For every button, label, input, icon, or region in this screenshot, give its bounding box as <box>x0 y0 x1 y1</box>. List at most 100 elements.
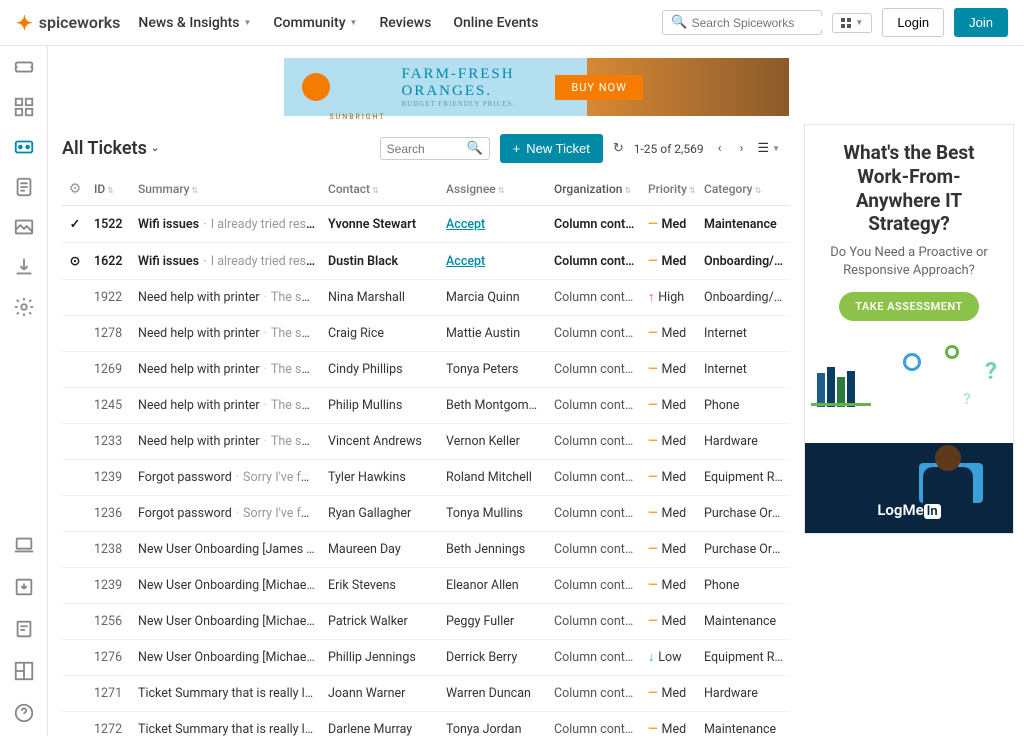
ad-illustration: ? ? LogMeIn <box>805 333 1013 533</box>
category-cell: Purchase Order <box>698 496 790 532</box>
sort-icon: ⇅ <box>624 186 631 195</box>
assignee-name: Peggy Fuller <box>446 614 514 629</box>
sidebar-download-icon[interactable] <box>13 256 35 278</box>
col-settings[interactable]: ⚙ <box>62 173 88 206</box>
table-row[interactable]: 1256New User Onboarding [Michael Smith]P… <box>62 604 790 640</box>
ticket-summary: Ticket Summary that is really long and <box>132 676 322 712</box>
assignee-name: Warren Duncan <box>446 686 531 701</box>
table-row[interactable]: ⊙1622Wifi issues·I already tried restart… <box>62 243 790 280</box>
nav-events[interactable]: Online Events <box>453 15 538 31</box>
table-row[interactable]: 1233Need help with printer·The second fl… <box>62 424 790 460</box>
sidebar-help-icon[interactable] <box>13 702 35 724</box>
sidebar-helpdesk-icon[interactable] <box>13 136 35 158</box>
col-assignee[interactable]: Assignee⇅ <box>440 173 548 206</box>
pager-next[interactable]: › <box>736 141 748 156</box>
search-icon: 🔍 <box>467 141 483 156</box>
ticket-id: 1269 <box>88 352 132 388</box>
sidebar-notes-icon[interactable] <box>13 618 35 640</box>
login-button[interactable]: Login <box>882 8 944 37</box>
sidebar-clipboard-icon[interactable] <box>13 176 35 198</box>
ad-cta-button[interactable]: BUY NOW <box>555 75 643 100</box>
ticket-summary: Wifi issues·I already tried restarting m… <box>132 243 322 280</box>
organization-cell: Column contents <box>548 676 642 712</box>
col-category[interactable]: Category⇅ <box>698 173 790 206</box>
contact-name: Maureen Day <box>322 532 440 568</box>
accept-link[interactable]: Accept <box>446 254 485 269</box>
caret-down-icon: ▼ <box>772 144 780 153</box>
caret-down-icon: ▼ <box>243 18 251 27</box>
sidebar-laptop-icon[interactable] <box>13 534 35 556</box>
col-priority[interactable]: Priority⇅ <box>642 173 698 206</box>
table-row[interactable]: 1276New User Onboarding [Michael Smith]P… <box>62 640 790 676</box>
ticket-search-input[interactable] <box>387 142 467 156</box>
contact-name: Ryan Gallagher <box>322 496 440 532</box>
organization-cell: Column contents <box>548 352 642 388</box>
nav-news[interactable]: News & Insights▼ <box>138 15 251 31</box>
nav-reviews[interactable]: Reviews <box>379 15 431 31</box>
tickets-table-wrap[interactable]: ⚙ ID⇅ Summary⇅ Contact⇅ Assignee⇅ Organi… <box>62 173 790 736</box>
sidebar-image-icon[interactable] <box>13 216 35 238</box>
sort-icon: ⇅ <box>107 186 114 195</box>
ticket-search[interactable]: 🔍 <box>380 137 490 160</box>
col-summary[interactable]: Summary⇅ <box>132 173 322 206</box>
table-row[interactable]: 1269Need help with printer·The second fl… <box>62 352 790 388</box>
caret-down-icon: ▼ <box>855 18 863 27</box>
sidebar-settings-icon[interactable] <box>13 296 35 318</box>
sidebar-dashboard-icon[interactable] <box>13 96 35 118</box>
ad-banner[interactable]: SUNBRIGHT FARM-FRESH ORANGES. BUDGET FRI… <box>284 58 789 116</box>
tickets-view-selector[interactable]: All Tickets ⌄ <box>62 138 159 159</box>
ticket-id: 1276 <box>88 640 132 676</box>
right-ad-column: What's the Best Work-From-Anywhere IT St… <box>804 124 1014 736</box>
table-row[interactable]: 1922Need help with printer·The second fl… <box>62 280 790 316</box>
category-cell: Maintenance <box>698 604 790 640</box>
global-search-input[interactable] <box>692 16 847 30</box>
table-row[interactable]: 1239New User Onboarding [Michael Smith]E… <box>62 568 790 604</box>
table-row[interactable]: 1236Forgot password·Sorry I've forgotten… <box>62 496 790 532</box>
contact-name: Philip Mullins <box>322 388 440 424</box>
sidebar-tickets-icon[interactable] <box>13 56 35 78</box>
contact-name: Phillip Jennings <box>322 640 440 676</box>
accept-link[interactable]: Accept <box>446 217 485 232</box>
refresh-icon[interactable]: ↻ <box>613 141 624 156</box>
tickets-toolbar: All Tickets ⌄ 🔍 + New Ticket ↻ 1-25 of 2… <box>62 124 790 173</box>
ticket-summary: Ticket Summary that is really long and <box>132 712 322 736</box>
table-row[interactable]: 1278Need help with printer·The second fl… <box>62 316 790 352</box>
apps-menu-button[interactable]: ▼ <box>832 13 872 33</box>
table-row[interactable]: 1271Ticket Summary that is really long a… <box>62 676 790 712</box>
contact-name: Nina Marshall <box>322 280 440 316</box>
right-ad-card[interactable]: What's the Best Work-From-Anywhere IT St… <box>804 124 1014 534</box>
sidebar-import-icon[interactable] <box>13 576 35 598</box>
category-cell: Internet <box>698 352 790 388</box>
sidebar-layout-icon[interactable] <box>13 660 35 682</box>
new-ticket-button[interactable]: + New Ticket <box>500 134 603 163</box>
organization-cell: Column contents <box>548 532 642 568</box>
ticket-id: 1922 <box>88 280 132 316</box>
col-id[interactable]: ID⇅ <box>88 173 132 206</box>
table-row[interactable]: 1238New User Onboarding [James Kim]·NaMa… <box>62 532 790 568</box>
organization-cell: Column contents <box>548 280 642 316</box>
join-button[interactable]: Join <box>954 8 1008 37</box>
nav-community[interactable]: Community▼ <box>273 15 357 31</box>
organization-cell: Column contents <box>548 604 642 640</box>
ticket-id: 1622 <box>88 243 132 280</box>
ticket-id: 1522 <box>88 206 132 243</box>
caret-down-icon: ▼ <box>350 18 358 27</box>
table-row[interactable]: 1239Forgot password·Sorry I've forgotten… <box>62 460 790 496</box>
priority-cell: —Med <box>642 568 698 604</box>
col-organization[interactable]: Organization⇅ <box>548 173 642 206</box>
priority-cell: —Med <box>642 496 698 532</box>
col-contact[interactable]: Contact⇅ <box>322 173 440 206</box>
table-row[interactable]: 1272Ticket Summary that is really long a… <box>62 712 790 736</box>
brand-logo[interactable]: ✦ spiceworks <box>16 11 120 35</box>
contact-name: Vincent Andrews <box>322 424 440 460</box>
global-search[interactable]: 🔍 <box>662 10 822 35</box>
list-icon: ☰ <box>757 141 769 156</box>
assignee-name: Tonya Jordan <box>446 722 522 736</box>
sort-icon: ⇅ <box>755 186 762 195</box>
take-assessment-button[interactable]: TAKE ASSESSMENT <box>839 292 979 321</box>
pager-prev[interactable]: ‹ <box>714 141 726 156</box>
view-mode-toggle[interactable]: ☰ ▼ <box>757 141 780 156</box>
status-cell <box>62 280 88 316</box>
table-row[interactable]: ✓1522Wifi issues·I already tried restart… <box>62 206 790 243</box>
table-row[interactable]: 1245Need help with printer·The second fl… <box>62 388 790 424</box>
